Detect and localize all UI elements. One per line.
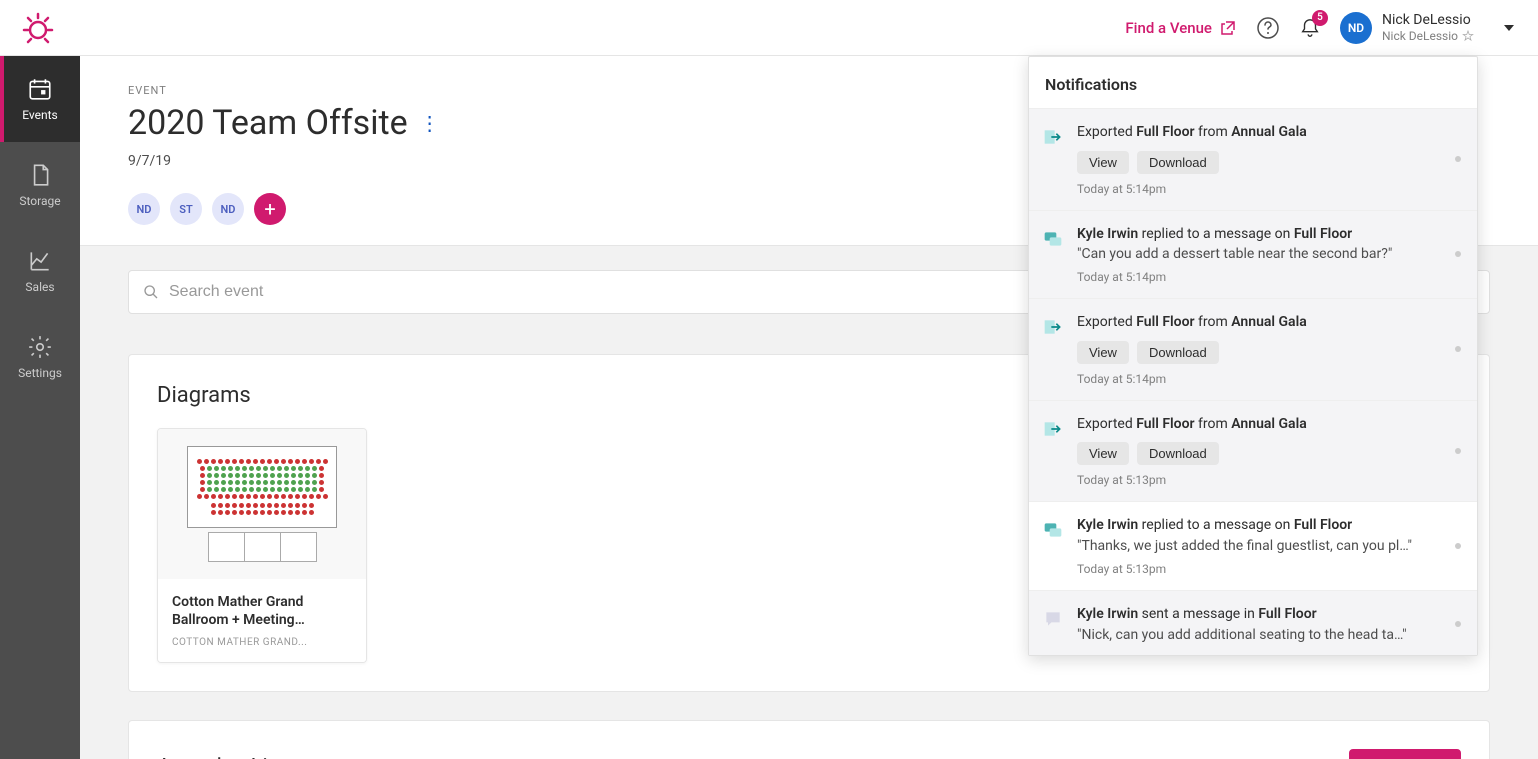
collaborator-avatar[interactable]: ND bbox=[212, 193, 244, 225]
sidebar-item-settings[interactable]: Settings bbox=[0, 314, 80, 400]
find-venue-link[interactable]: Find a Venue bbox=[1125, 19, 1236, 37]
view-button[interactable]: View bbox=[1077, 341, 1129, 364]
notification-time: Today at 5:14pm bbox=[1077, 372, 1465, 386]
notification-title: Kyle Irwin replied to a message on Full … bbox=[1077, 516, 1465, 536]
notification-body: Exported Full Floor from Annual Gala View… bbox=[1077, 415, 1465, 488]
notification-time: Today at 5:13pm bbox=[1077, 473, 1465, 487]
notification-quote: "Thanks, we just added the final guestli… bbox=[1077, 538, 1465, 554]
sidebar-item-label: Storage bbox=[19, 194, 60, 208]
collaborator-avatar[interactable]: ND bbox=[128, 193, 160, 225]
sidebar-item-events[interactable]: Events bbox=[0, 56, 80, 142]
notification-body: Kyle Irwin replied to a message on Full … bbox=[1077, 516, 1465, 576]
external-link-icon bbox=[1220, 20, 1236, 36]
notification-body: Kyle Irwin sent a message in Full Floor "… bbox=[1077, 605, 1465, 643]
attendee-section: Attendee Lists Create List bbox=[128, 720, 1490, 759]
download-button[interactable]: Download bbox=[1137, 442, 1219, 465]
notification-time: Today at 5:14pm bbox=[1077, 270, 1465, 284]
user-info[interactable]: Nick DeLessio Nick DeLessio bbox=[1382, 12, 1474, 43]
notification-title: Kyle Irwin replied to a message on Full … bbox=[1077, 225, 1465, 245]
export-icon bbox=[1043, 419, 1063, 439]
notification-body: Kyle Irwin replied to a message on Full … bbox=[1077, 225, 1465, 285]
file-icon bbox=[27, 162, 53, 188]
gear-icon bbox=[27, 334, 53, 360]
notification-item[interactable]: Kyle Irwin replied to a message on Full … bbox=[1029, 502, 1477, 591]
sidebar-item-label: Sales bbox=[25, 280, 54, 294]
chevron-down-icon[interactable] bbox=[1504, 25, 1514, 31]
notification-time: Today at 5:14pm bbox=[1077, 182, 1465, 196]
notifications-icon[interactable]: 5 bbox=[1298, 16, 1322, 40]
message-icon bbox=[1043, 609, 1063, 629]
notification-badge: 5 bbox=[1312, 10, 1328, 26]
sidebar-item-storage[interactable]: Storage bbox=[0, 142, 80, 228]
collaborator-avatar[interactable]: ST bbox=[170, 193, 202, 225]
notification-title: Exported Full Floor from Annual Gala bbox=[1077, 313, 1465, 333]
download-button[interactable]: Download bbox=[1137, 341, 1219, 364]
status-dot bbox=[1455, 543, 1461, 549]
create-list-button[interactable]: Create List bbox=[1349, 749, 1461, 759]
diagram-subtitle: COTTON MATHER GRAND... bbox=[172, 637, 352, 648]
status-dot bbox=[1455, 621, 1461, 627]
help-icon[interactable] bbox=[1256, 16, 1280, 40]
notification-item[interactable]: Exported Full Floor from Annual Gala View… bbox=[1029, 109, 1477, 211]
notifications-panel: Notifications Exported Full Floor from A… bbox=[1028, 56, 1478, 656]
more-icon[interactable]: ⋮ bbox=[420, 113, 440, 133]
notification-item[interactable]: Kyle Irwin replied to a message on Full … bbox=[1029, 211, 1477, 300]
status-dot bbox=[1455, 251, 1461, 257]
reply-icon bbox=[1043, 520, 1063, 540]
view-button[interactable]: View bbox=[1077, 442, 1129, 465]
user-name: Nick DeLessio bbox=[1382, 12, 1474, 29]
avatar[interactable]: ND bbox=[1340, 12, 1372, 44]
notification-actions: View Download bbox=[1077, 442, 1465, 465]
status-dot bbox=[1455, 346, 1461, 352]
calendar-icon bbox=[27, 76, 53, 102]
download-button[interactable]: Download bbox=[1137, 151, 1219, 174]
topbar: Find a Venue 5 ND Nick DeLessio Nick DeL… bbox=[0, 0, 1538, 56]
notification-actions: View Download bbox=[1077, 341, 1465, 364]
notification-actions: View Download bbox=[1077, 151, 1465, 174]
add-collaborator-button[interactable]: + bbox=[254, 193, 286, 225]
diagram-thumbnail bbox=[158, 429, 366, 579]
export-icon bbox=[1043, 317, 1063, 337]
notification-title: Kyle Irwin sent a message in Full Floor bbox=[1077, 605, 1465, 625]
export-icon bbox=[1043, 127, 1063, 147]
app-logo[interactable] bbox=[20, 10, 56, 46]
chart-icon bbox=[27, 248, 53, 274]
find-venue-text: Find a Venue bbox=[1125, 19, 1212, 37]
notification-body: Exported Full Floor from Annual Gala View… bbox=[1077, 123, 1465, 196]
notification-title: Exported Full Floor from Annual Gala bbox=[1077, 415, 1465, 435]
notification-quote: "Can you add a dessert table near the se… bbox=[1077, 246, 1465, 262]
notifications-list[interactable]: Exported Full Floor from Annual Gala View… bbox=[1029, 109, 1477, 655]
notifications-header: Notifications bbox=[1029, 57, 1477, 109]
notification-title: Exported Full Floor from Annual Gala bbox=[1077, 123, 1465, 143]
diagram-card[interactable]: Cotton Mather Grand Ballroom + Meeting… … bbox=[157, 428, 367, 663]
event-title: 2020 Team Offsite bbox=[128, 103, 408, 143]
view-button[interactable]: View bbox=[1077, 151, 1129, 174]
notification-item[interactable]: Exported Full Floor from Annual Gala View… bbox=[1029, 299, 1477, 401]
status-dot bbox=[1455, 156, 1461, 162]
diagram-title: Cotton Mather Grand Ballroom + Meeting… bbox=[172, 593, 352, 629]
notification-quote: "Nick, can you add additional seating to… bbox=[1077, 627, 1465, 643]
notification-item[interactable]: Exported Full Floor from Annual Gala View… bbox=[1029, 401, 1477, 503]
reply-icon bbox=[1043, 229, 1063, 249]
sidebar-item-sales[interactable]: Sales bbox=[0, 228, 80, 314]
notification-body: Exported Full Floor from Annual Gala View… bbox=[1077, 313, 1465, 386]
sidebar-item-label: Settings bbox=[18, 366, 62, 380]
notification-time: Today at 5:13pm bbox=[1077, 562, 1465, 576]
status-dot bbox=[1455, 448, 1461, 454]
sidebar: Events Storage Sales Settings bbox=[0, 56, 80, 759]
user-org: Nick DeLessio bbox=[1382, 29, 1474, 43]
star-icon bbox=[1462, 30, 1474, 42]
notification-item[interactable]: Kyle Irwin sent a message in Full Floor "… bbox=[1029, 591, 1477, 655]
search-icon bbox=[143, 284, 159, 300]
sidebar-item-label: Events bbox=[22, 108, 58, 122]
attendee-title: Attendee Lists bbox=[157, 755, 298, 759]
